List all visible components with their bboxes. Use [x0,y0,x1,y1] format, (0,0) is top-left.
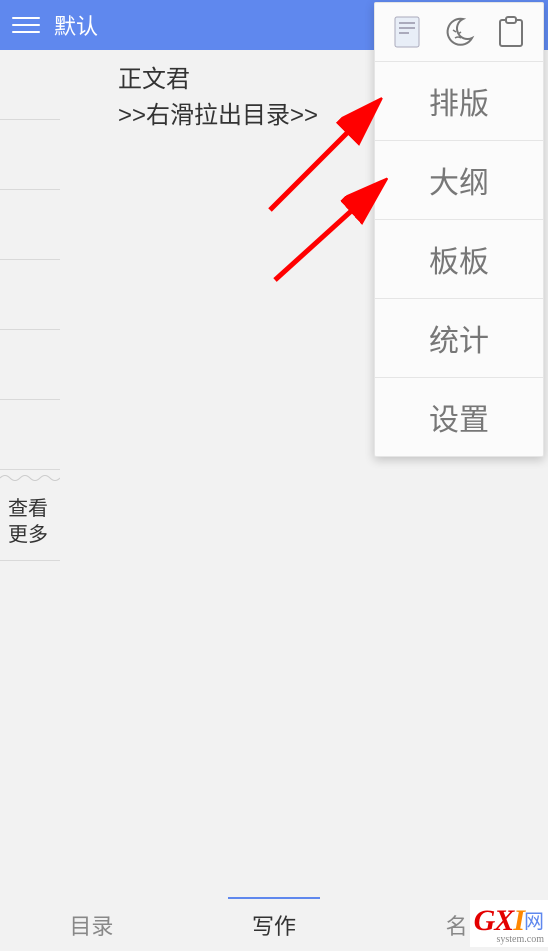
document-icon[interactable] [390,15,424,49]
menu-item-board[interactable]: 板板 [375,219,543,298]
watermark-brand: GXI [474,904,524,937]
clipboard-icon[interactable] [494,15,528,49]
header-title: 默认 [54,9,98,41]
dropdown-menu: 排版 大纲 板板 统计 设置 [374,2,544,457]
watermark: GXI网 system.com [470,900,548,947]
left-rail: 查看更多 [0,50,60,610]
watermark-text: 网 [524,911,544,933]
nav-tab-write[interactable]: 写作 [183,899,366,951]
menu-item-stats[interactable]: 统计 [375,298,543,377]
menu-item-settings[interactable]: 设置 [375,377,543,456]
bottom-nav: 目录 写作 名 [0,899,548,951]
moon-icon[interactable] [442,15,476,49]
menu-item-outline[interactable]: 大纲 [375,140,543,219]
annotation-arrow-2 [265,170,395,290]
view-more-button[interactable]: 查看更多 [0,490,60,561]
nav-tab-toc[interactable]: 目录 [0,899,183,951]
menu-item-layout[interactable]: 排版 [375,61,543,140]
dropdown-icon-row [375,3,543,61]
menu-icon[interactable] [12,11,40,39]
